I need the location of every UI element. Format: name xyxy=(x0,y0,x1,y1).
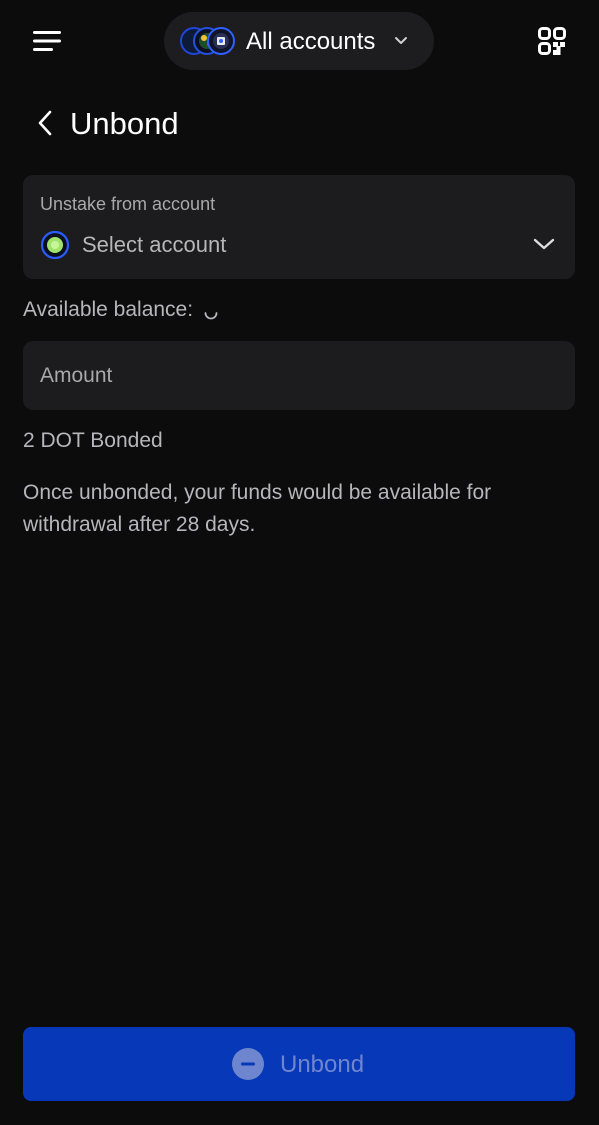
chevron-down-icon xyxy=(532,236,556,252)
page-title: Unbond xyxy=(70,106,179,141)
qr-code-icon[interactable] xyxy=(538,27,566,55)
menu-icon[interactable] xyxy=(30,27,64,55)
chevron-down-icon xyxy=(392,34,410,48)
unstake-account-select[interactable]: Unstake from account Select account xyxy=(23,175,575,279)
account-identicon-icon xyxy=(40,230,70,260)
loading-spinner-icon xyxy=(203,302,219,320)
chevron-left-icon[interactable] xyxy=(34,110,56,136)
all-accounts-label: All accounts xyxy=(246,28,376,55)
bonded-amount: 2 DOT Bonded xyxy=(23,429,163,452)
minus-circle-icon xyxy=(232,1048,264,1080)
page-header: Unbond xyxy=(0,96,599,154)
amount-input[interactable] xyxy=(23,341,575,410)
unstake-account-caption: Unstake from account xyxy=(40,194,216,214)
top-bar: All accounts xyxy=(0,0,599,84)
available-balance: Available balance: xyxy=(23,297,219,323)
unbond-info-text: Once unbonded, your funds would be avail… xyxy=(23,481,492,536)
all-accounts-selector[interactable]: All accounts xyxy=(164,12,434,70)
unbond-button-label: Unbond xyxy=(280,1051,365,1078)
accounts-avatar-icon xyxy=(180,25,236,57)
unbond-button[interactable]: Unbond xyxy=(23,1027,575,1101)
select-account-placeholder: Select account xyxy=(82,232,227,257)
available-balance-label: Available balance: xyxy=(23,298,194,321)
